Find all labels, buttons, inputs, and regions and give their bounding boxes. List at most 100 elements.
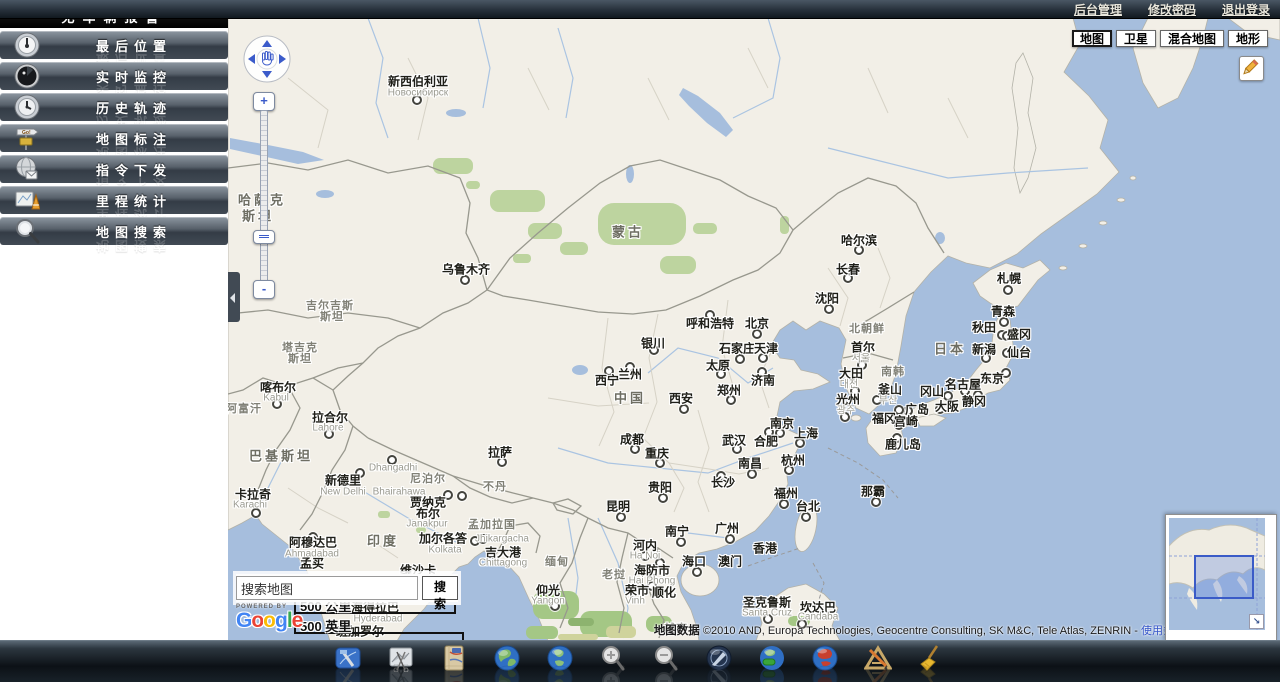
sidebar-item-last-position[interactable]: 最后位置 [0,31,228,59]
sidebar-item-realtime-monitor[interactable]: 实时监控 [0,62,228,90]
city-label: 香港 [752,541,778,556]
country-label: 斯坦 [320,311,344,323]
city-label: 南宁 [664,524,690,539]
city-label: 天津 [753,341,779,356]
city-label: Chittagong [478,557,528,569]
monitor-icon [14,63,40,89]
city-label: 重庆 [644,446,670,461]
country-label: 印度 [366,533,400,549]
city-label: 부산 [878,395,898,407]
city-label: 台北 [795,499,821,514]
sidebar: 无车辆报警 最后位置 实时监控 历史轨迹 Go! 地图标注 [0,8,228,640]
city-label: 西安 [668,391,694,406]
city-label: Santa Cruz [741,607,793,619]
city-label: Yangon [531,595,565,607]
svg-text:Go!: Go! [22,130,31,136]
city-label: Vinh [625,595,645,607]
map-search-input[interactable] [236,576,418,600]
compass-icon [14,32,40,58]
map-pan-control[interactable] [242,34,292,84]
logout-link[interactable]: 退出登录 [1222,1,1270,18]
sidebar-item-mileage-stats[interactable]: 里程统计 [0,186,228,214]
map-tools-icon[interactable] [334,644,362,682]
city-label: 乌鲁木齐 [441,262,491,277]
zoom-slider-handle[interactable] [253,230,275,244]
google-logo-letter: o [263,609,276,632]
city-label: Karachi [233,499,267,511]
city-label: 西宁 [594,373,620,388]
sidebar-item-map-search[interactable]: 地图搜索 [0,217,228,245]
sidebar-item-command-send[interactable]: 指令下发 [0,155,228,183]
country-label: 斯坦 [288,353,312,365]
city-label: 兰州 [617,367,643,382]
globe-green-icon[interactable] [758,644,786,682]
zoom-in-icon[interactable] [599,644,627,682]
google-logo-letter: g [275,609,288,632]
globe-blue-icon[interactable] [493,644,521,682]
map-search-icon [14,218,40,244]
sidebar-item-label: 实时监控 [40,67,228,86]
city-label: 石家庄 [718,341,756,356]
zoom-track[interactable] [260,110,268,290]
city-label: 上海 [793,426,819,441]
city-label: 鹿儿岛 [884,437,922,452]
minimap-viewport [1194,555,1254,599]
screenshot-icon[interactable] [387,644,415,682]
city-label: 昆明 [605,499,631,514]
map-search-bar: 搜索 [236,574,458,611]
mileage-map-icon [14,187,41,213]
map-type-map[interactable]: 地图 [1071,30,1112,47]
dock-items [334,644,945,682]
city-label: 广州 [714,521,740,536]
map-canvas[interactable]: 哈萨克斯坦新西伯利亚Новосибирск蒙古乌鲁木齐吉尔吉斯斯坦塔吉克斯坦喀布… [228,18,1280,640]
google-logo: Google [236,609,303,632]
city-label: 静冈 [961,394,987,409]
city-label: 盛冈 [1006,327,1032,342]
city-label: 新潟 [971,342,997,357]
zoom-out-icon[interactable] [652,644,680,682]
copyright-prefix: 地图数据 [653,625,700,637]
globe-blue2-icon[interactable] [546,644,574,682]
draw-pencil-button[interactable] [1239,56,1264,81]
change-password-link[interactable]: 修改密码 [1148,1,1196,18]
city-marker [1003,285,1013,295]
map-type-satellite[interactable]: 卫星 [1115,30,1156,47]
signpost-icon: Go! [14,125,40,151]
broom-icon[interactable] [917,644,945,682]
sidebar-item-label: 地图标注 [40,129,228,148]
map-type-switcher: 地图 卫星 混合地图 地形 [1071,30,1268,47]
country-label: 尼泊尔 [410,473,446,485]
sidebar-item-history-track[interactable]: 历史轨迹 [0,93,228,121]
city-label: 郑州 [716,383,742,398]
map-type-terrain[interactable]: 地形 [1227,30,1268,47]
sidebar-collapse-arrow[interactable] [228,272,240,322]
zoom-in-button[interactable]: + [253,92,275,111]
overview-minimap[interactable]: ↘ [1165,514,1277,640]
map-search-button[interactable]: 搜索 [422,576,458,611]
city-label: 福冈 [871,411,897,426]
city-label: 杭州 [780,453,806,468]
minimap-collapse-icon[interactable]: ↘ [1249,614,1264,629]
country-label: 中国 [613,390,647,406]
google-attribution[interactable]: POWERED BY Google [236,604,303,632]
zoom-out-button[interactable]: - [253,280,275,299]
city-label: Kabul [263,392,289,404]
map-type-hybrid[interactable]: 混合地图 [1159,30,1224,47]
sidebar-item-label: 历史轨迹 [40,98,228,117]
admin-link[interactable]: 后台管理 [1074,1,1122,18]
sidebar-item-label: 地图搜索 [40,222,228,241]
atlas-icon[interactable] [440,644,468,682]
drafting-icon[interactable] [864,644,892,682]
compass-globe-icon[interactable] [705,644,733,682]
map-scale: 500 公里 500 英里 [294,596,474,640]
globe-send-icon [14,156,40,182]
sidebar-item-map-annotation[interactable]: Go! 地图标注 [0,124,228,152]
country-label: 孟加拉国 [468,519,516,531]
city-label: 成都 [619,432,645,447]
globe-red-icon[interactable] [811,644,839,682]
top-bar: 后台管理 修改密码 退出登录 [0,0,1280,19]
map-copyright: 地图数据 ©2010 AND, Europa Technologies, Geo… [654,622,1185,638]
city-label: 孟买 [299,556,325,571]
country-label: 北朝鲜 [849,323,885,335]
city-label: Candaba [797,611,839,623]
